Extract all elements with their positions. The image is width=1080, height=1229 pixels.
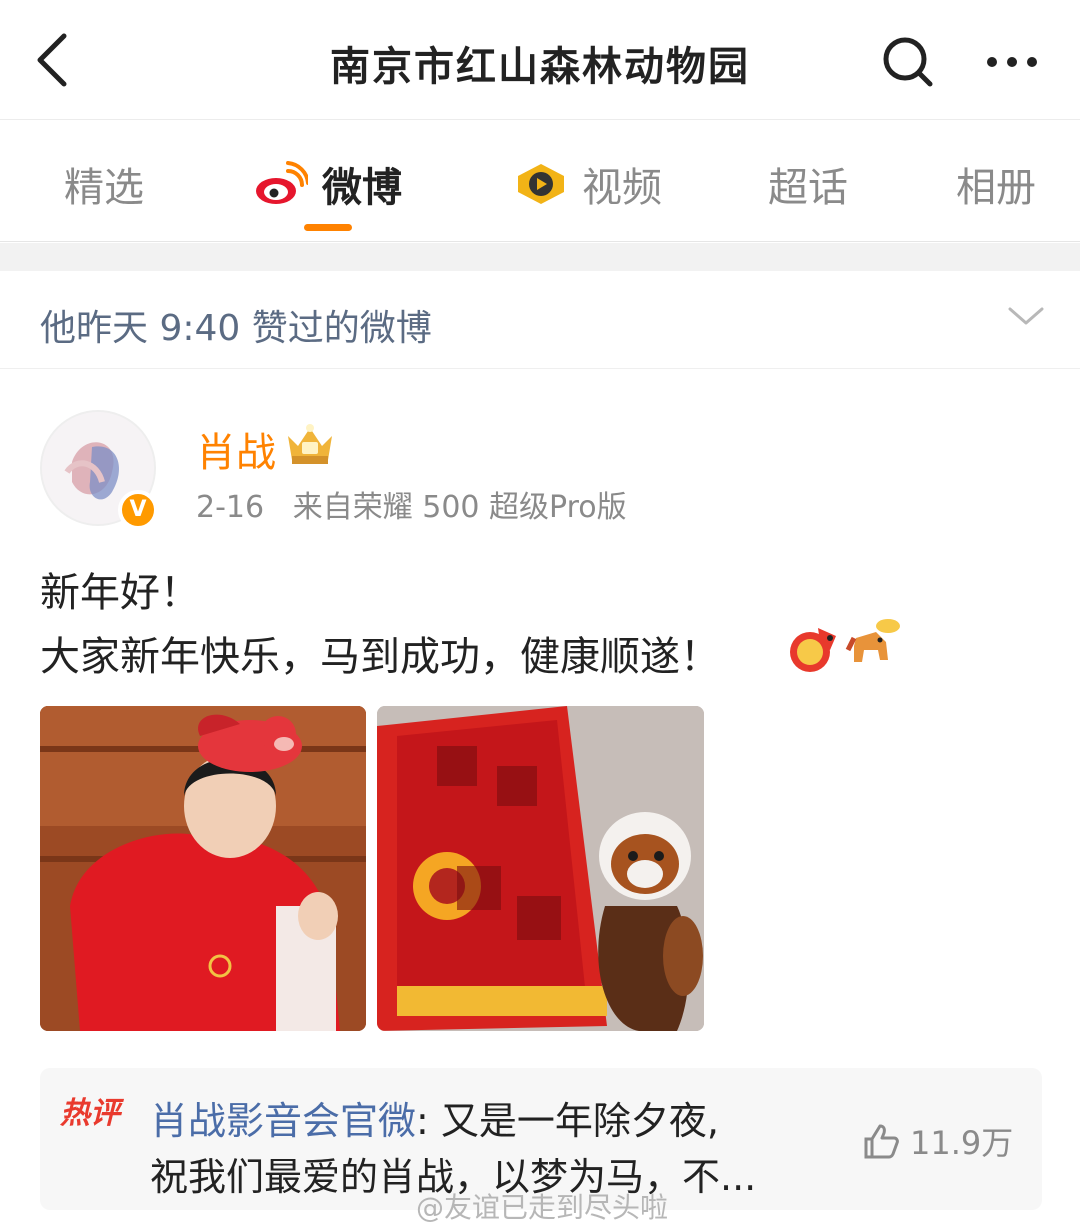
- tab-label: 精选: [64, 165, 144, 211]
- tab-featured[interactable]: 精选: [64, 156, 144, 212]
- comment-like-count: 11.9万: [910, 1124, 1014, 1162]
- tab-bar: 精选 微博 视频 超话 相册: [0, 120, 1080, 242]
- divider-band: [0, 243, 1080, 271]
- tab-video[interactable]: 视频: [514, 156, 662, 212]
- post-date: 2-16: [196, 490, 265, 525]
- post-meta: 2-16 来自荣耀 500 超级Pro版: [196, 482, 627, 526]
- comment-like-button[interactable]: 11.9万: [862, 1118, 1013, 1164]
- liked-bar[interactable]: 他昨天 9:40 赞过的微博: [0, 271, 1080, 369]
- watermark: @友谊已走到尽头啦: [416, 1191, 669, 1224]
- post-text-line: 大家新年快乐，马到成功，健康顺遂！: [40, 634, 720, 680]
- tab-label: 超话: [768, 165, 848, 211]
- active-tab-indicator: [304, 224, 352, 231]
- crown-icon: [288, 424, 332, 464]
- thumbs-up-icon: [864, 1124, 899, 1159]
- top-bar: 南京市红山森林动物园: [0, 0, 1080, 120]
- more-dots-icon[interactable]: [980, 34, 1044, 90]
- post-text-line: 新年好！: [40, 570, 200, 616]
- tab-album[interactable]: 相册: [956, 156, 1036, 212]
- post-source[interactable]: 荣耀 500 超级Pro版: [353, 490, 627, 525]
- source-prefix: 来自: [292, 490, 353, 525]
- video-icon: [518, 164, 564, 204]
- liked-text: 他昨天 9:40 赞过的微博: [40, 308, 432, 349]
- photo-person-red-coat: [40, 706, 366, 1031]
- tab-label: 相册: [956, 165, 1036, 211]
- verified-badge: V: [118, 490, 158, 530]
- post-image-2[interactable]: [377, 706, 704, 1031]
- chevron-down-icon[interactable]: [1006, 301, 1046, 331]
- post-image-1[interactable]: [40, 706, 366, 1031]
- author-name[interactable]: 肖战: [196, 420, 276, 478]
- hot-comment-text: : 又是一年除夕夜,: [416, 1099, 719, 1143]
- fortune-horse-emoji-icon: [790, 628, 836, 672]
- horse-gold-emoji-icon: [845, 619, 900, 662]
- photo-poster-red-panda: [377, 706, 704, 1031]
- tab-super-topic[interactable]: 超话: [768, 156, 848, 212]
- tab-label: 微博: [322, 165, 402, 211]
- hot-comment-author[interactable]: 肖战影音会官微: [150, 1099, 416, 1143]
- tab-label: 视频: [582, 165, 662, 211]
- search-icon[interactable]: [880, 34, 936, 90]
- weibo-icon: [256, 161, 308, 204]
- hot-comment-line: 肖战影音会官微: 又是一年除夕夜,: [150, 1090, 719, 1145]
- hot-comment-tag: 热评: [60, 1096, 120, 1131]
- tab-weibo[interactable]: 微博: [254, 156, 402, 212]
